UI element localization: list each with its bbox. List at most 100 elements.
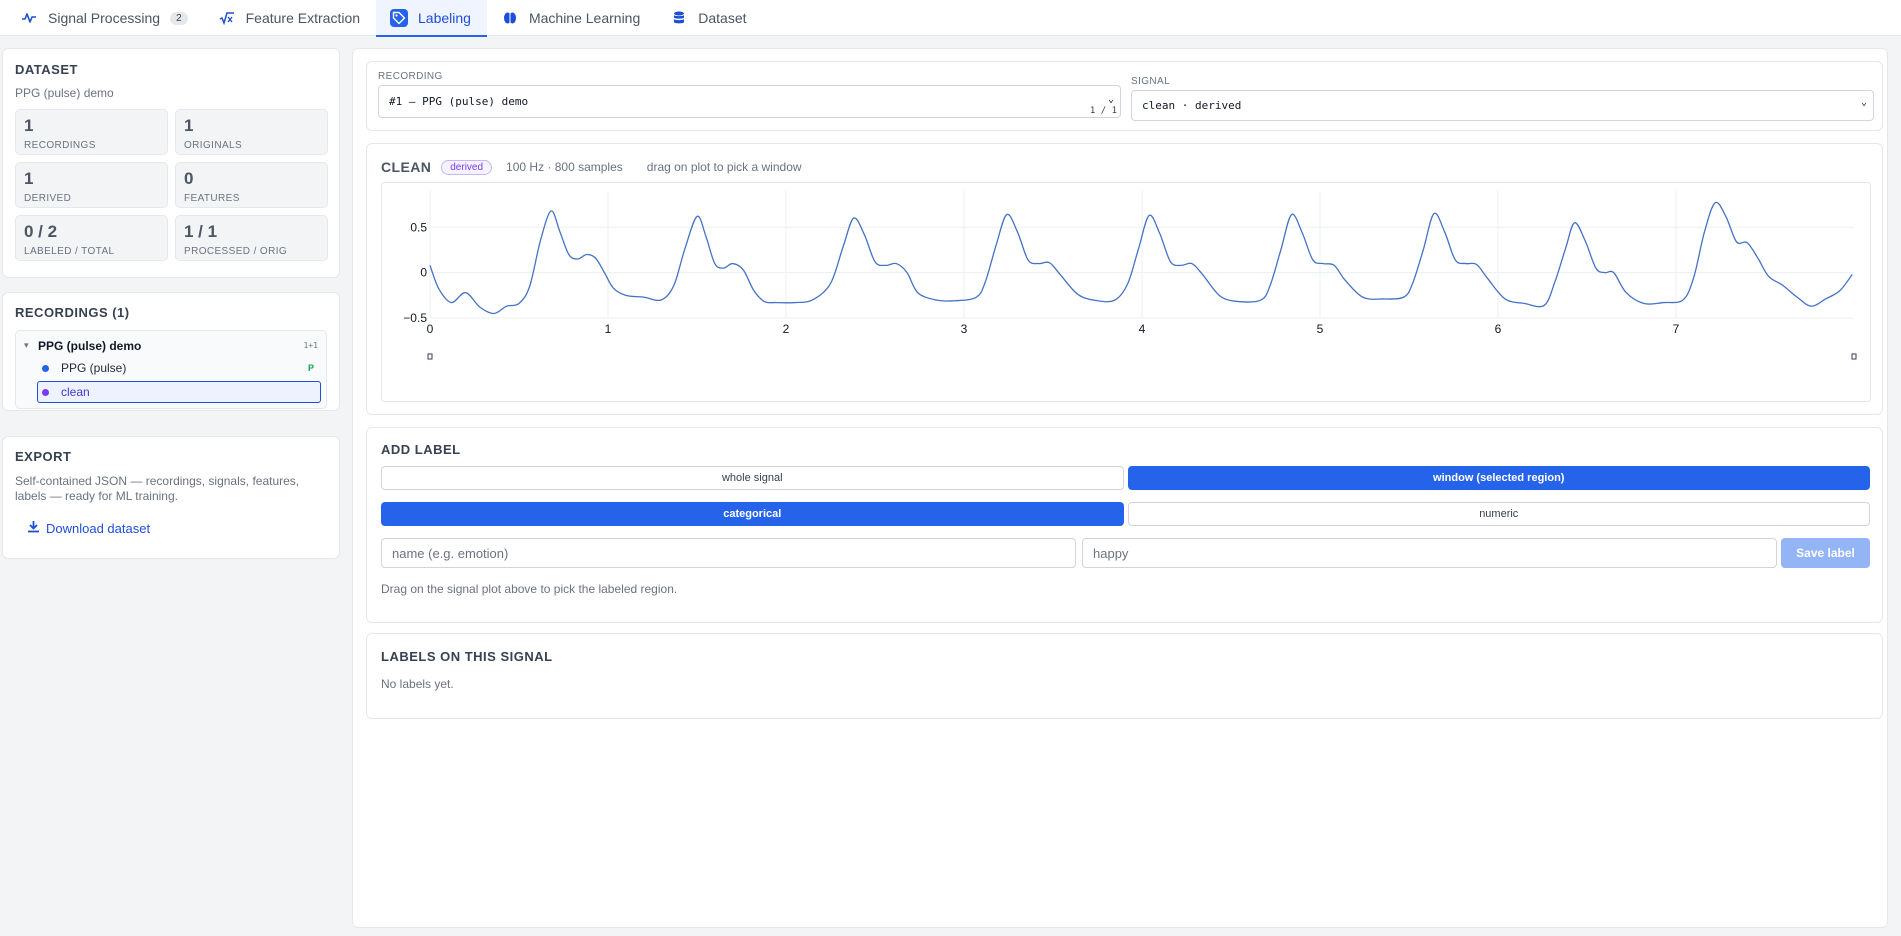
signal-dot-icon — [42, 364, 49, 372]
plot-header: CLEAN derived 100 Hz · 800 samples drag … — [381, 159, 802, 175]
tab-badge: 2 — [170, 11, 188, 25]
add-label-title: ADD LABEL — [381, 442, 461, 457]
stat-labeled-total: 0 / 2 LABELED / TOTAL — [15, 215, 168, 261]
signal-plot[interactable]: 0 1 2 3 4 5 6 7 0.5 0 −0.5 — [381, 182, 1871, 402]
x-tick-label: 3 — [961, 322, 968, 336]
y-tick-label: 0 — [420, 266, 427, 280]
label-value-input[interactable] — [1082, 538, 1777, 568]
stat-label: DERIVED — [24, 193, 72, 204]
stat-label: FEATURES — [184, 193, 240, 204]
dataset-title: DATASET — [15, 62, 78, 77]
signal-chart[interactable]: 0 1 2 3 4 5 6 70.50−0.5 — [382, 183, 1870, 401]
signal-select-value: clean · derived — [1142, 99, 1242, 112]
download-dataset-link[interactable]: Download dataset — [27, 520, 327, 536]
derived-badge: derived — [441, 159, 493, 175]
label-name-input[interactable] — [381, 538, 1076, 568]
stat-value: 0 / 2 — [24, 222, 58, 241]
labels-list-card: LABELS ON THIS SIGNAL No labels yet. — [366, 633, 1883, 719]
tab-label: Labeling — [418, 10, 471, 26]
database-icon — [670, 9, 688, 27]
stat-label: ORIGINALS — [184, 140, 243, 151]
plot-card: CLEAN derived 100 Hz · 800 samples drag … — [366, 143, 1883, 415]
signal-name: clean — [61, 385, 90, 399]
export-card: EXPORT Self-contained JSON — recordings,… — [2, 436, 340, 559]
stat-label: RECORDINGS — [24, 140, 96, 151]
top-tab-bar: Signal Processing 2 Feature Extraction L… — [0, 0, 1901, 37]
labels-list-title: LABELS ON THIS SIGNAL — [381, 649, 553, 664]
y-tick-label: 0.5 — [410, 220, 427, 234]
signal-line — [429, 201, 1853, 315]
export-title: EXPORT — [15, 449, 72, 464]
scope-whole-signal[interactable]: whole signal — [381, 466, 1124, 490]
recording-group-header[interactable]: ▾ PPG (pulse) demo 1+1 — [20, 334, 322, 357]
stat-originals: 1 ORIGINALS — [175, 109, 328, 155]
dataset-stats: 1 RECORDINGS 1 ORIGINALS 1 DERIVED 0 FEATURE… — [15, 109, 328, 261]
range-handle-left[interactable] — [427, 353, 433, 360]
tab-label: Machine Learning — [528, 10, 641, 26]
dataset-card: DATASET PPG (pulse) demo 1 RECORDINGS 1 OR… — [2, 48, 340, 278]
recording-count: 1+1 — [303, 341, 318, 350]
brain-icon — [501, 9, 519, 27]
x-tick-label: 7 — [1673, 322, 1680, 336]
waveform-icon — [20, 9, 38, 27]
kind-toggle: categorical numeric — [381, 502, 1870, 526]
scope-window[interactable]: window (selected region) — [1127, 466, 1870, 490]
recording-name: PPG (pulse) demo — [38, 338, 142, 353]
recordings-card: RECORDINGS (1) ▾ PPG (pulse) demo 1+1 PP… — [2, 292, 340, 411]
tab-dataset[interactable]: Dataset — [656, 0, 762, 36]
dataset-name: PPG (pulse) demo — [15, 86, 114, 100]
tab-label: Signal Processing — [48, 10, 161, 26]
recording-group: ▾ PPG (pulse) demo 1+1 PPG (pulse) P cle… — [15, 330, 327, 409]
processed-flag: P — [307, 363, 314, 373]
recording-label: RECORDING — [378, 71, 443, 82]
signal-select[interactable]: clean · derived ⌄ — [1131, 90, 1874, 121]
kind-categorical[interactable]: categorical — [381, 502, 1124, 526]
stat-derived: 1 DERIVED — [15, 162, 168, 208]
kind-numeric[interactable]: numeric — [1127, 502, 1870, 526]
tab-labeling[interactable]: Labeling — [376, 0, 487, 37]
stat-features: 0 FEATURES — [175, 162, 328, 208]
tab-feature-extraction[interactable]: Feature Extraction — [204, 0, 376, 36]
recording-select-value: #1 — PPG (pulse) demo — [389, 95, 529, 108]
labels-empty-text: No labels yet. — [381, 677, 454, 691]
chevron-down-icon: ⌄ — [1107, 94, 1114, 105]
stat-value: 1 — [184, 116, 194, 135]
add-label-card: ADD LABEL whole signal window (selected … — [366, 427, 1883, 623]
x-tick-label: 6 — [1495, 322, 1502, 336]
plot-meta: 100 Hz · 800 samples — [506, 160, 623, 174]
caret-down-icon[interactable]: ▾ — [24, 340, 38, 351]
plot-title: CLEAN — [381, 159, 432, 175]
x-tick-label: 1 — [605, 322, 612, 336]
stat-recordings: 1 RECORDINGS — [15, 109, 168, 155]
tab-label: Dataset — [698, 10, 747, 26]
recording-counter: 1 / 1 — [1089, 106, 1117, 116]
x-tick-label: 0 — [427, 322, 434, 336]
signal-label: SIGNAL — [1131, 76, 1171, 87]
stat-value: 0 — [184, 169, 194, 188]
recording-select[interactable]: #1 — PPG (pulse) demo ⌄ 1 / 1 — [378, 85, 1121, 118]
add-label-hint: Drag on the signal plot above to pick th… — [381, 582, 678, 596]
tab-label: Feature Extraction — [245, 10, 361, 26]
x-tick-label: 4 — [1139, 322, 1146, 336]
stat-label: PROCESSED / ORIG — [184, 246, 288, 257]
stat-value: 1 — [24, 116, 34, 135]
x-tick-label: 5 — [1317, 322, 1324, 336]
tag-icon — [390, 9, 409, 27]
signal-item-ppg[interactable]: PPG (pulse) P — [20, 357, 322, 379]
scope-toggle: whole signal window (selected region) — [381, 466, 1870, 490]
stat-processed-orig: 1 / 1 PROCESSED / ORIG — [175, 215, 328, 261]
selector-card: RECORDING #1 — PPG (pulse) demo ⌄ 1 / 1 … — [366, 61, 1883, 131]
signal-item-clean[interactable]: clean — [37, 381, 321, 403]
save-label-button[interactable]: Save label — [1781, 538, 1870, 568]
y-tick-label: −0.5 — [403, 311, 427, 325]
plot-hint: drag on plot to pick a window — [646, 160, 802, 174]
tab-signal-processing[interactable]: Signal Processing 2 — [6, 0, 204, 36]
signal-name: PPG (pulse) — [61, 361, 127, 375]
sqrt-x-icon — [218, 9, 236, 27]
range-handle-right[interactable] — [1851, 353, 1857, 360]
tab-machine-learning[interactable]: Machine Learning — [487, 0, 656, 36]
download-label: Download dataset — [46, 520, 151, 536]
stat-label: LABELED / TOTAL — [24, 246, 115, 257]
download-icon — [27, 520, 40, 536]
export-description: Self-contained JSON — recordings, signal… — [15, 474, 300, 503]
